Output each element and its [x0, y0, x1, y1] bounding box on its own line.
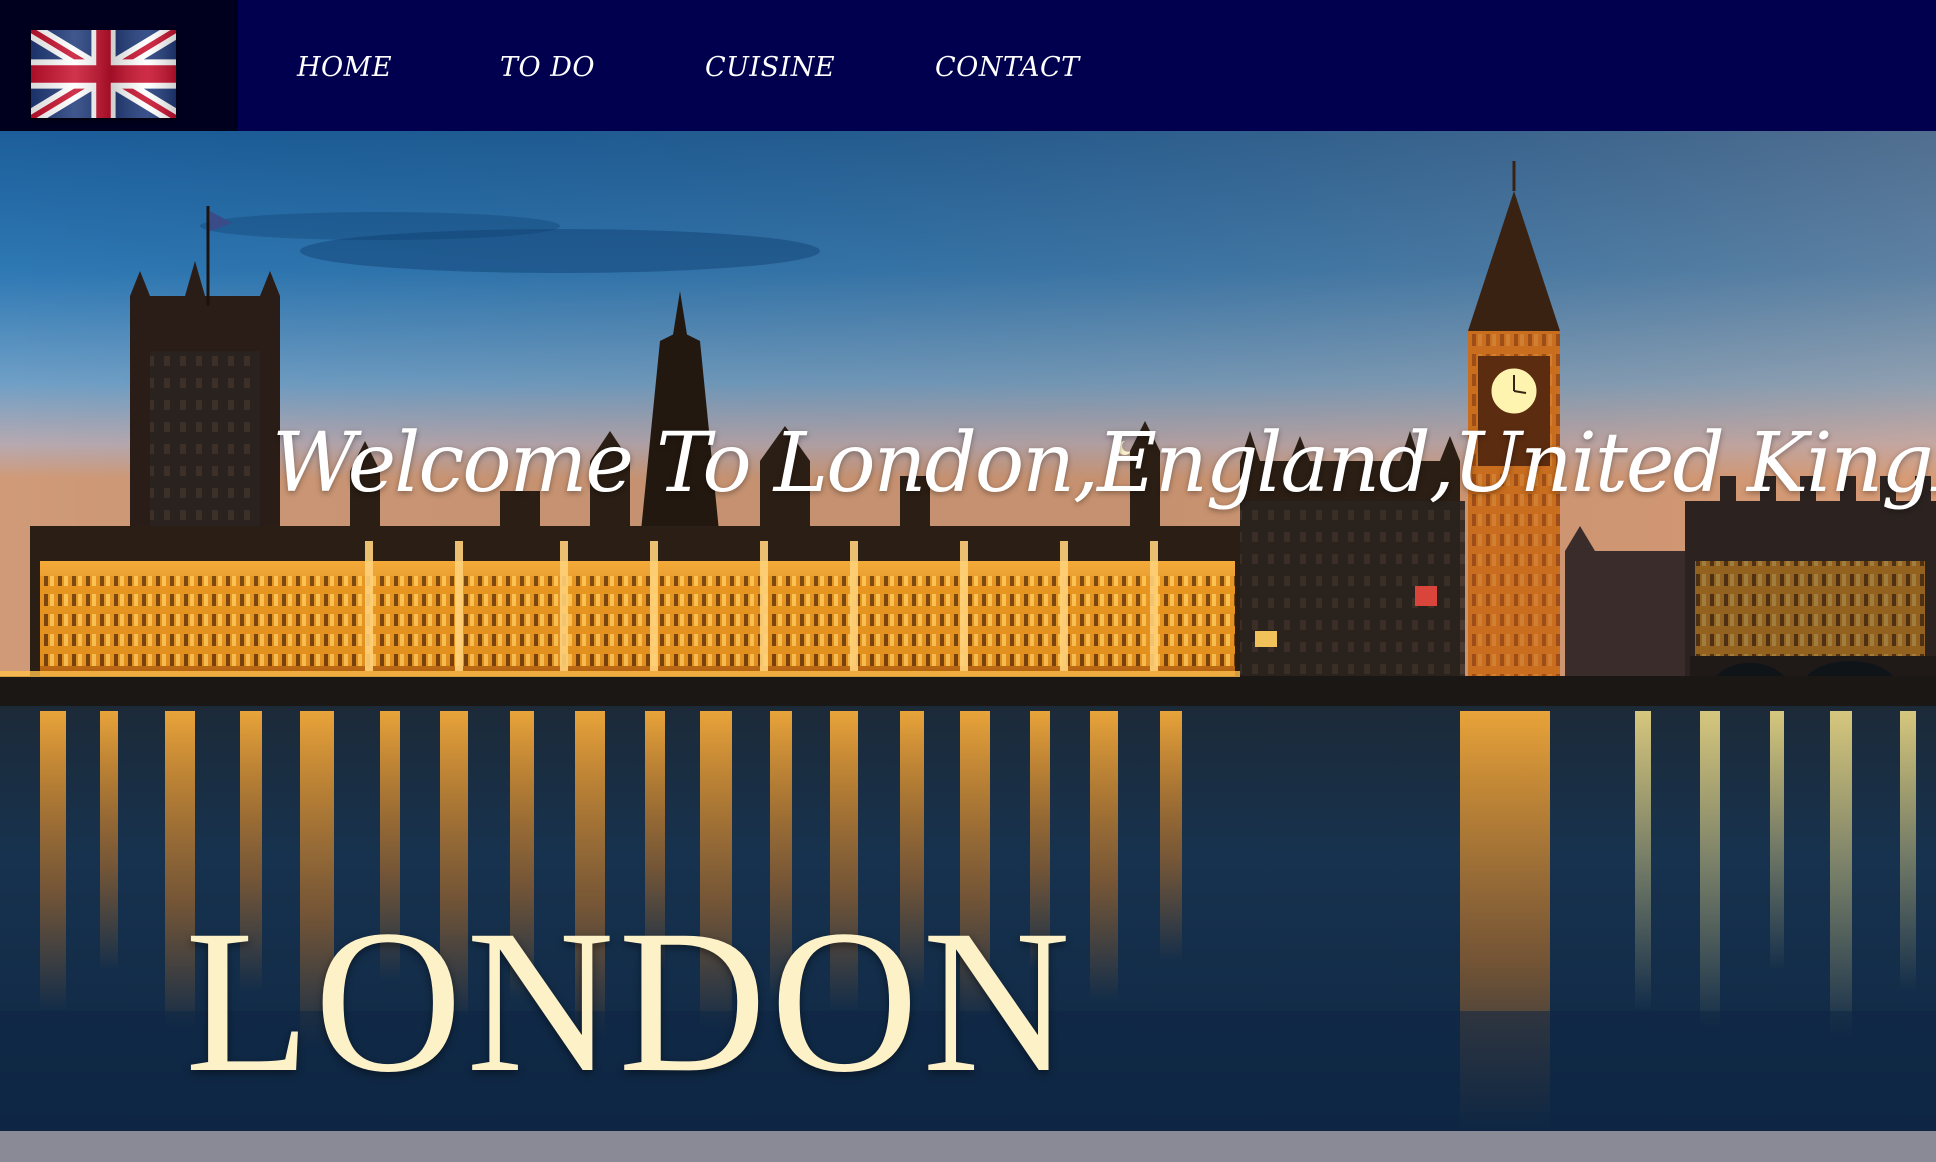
- union-jack-flag-icon[interactable]: [31, 30, 176, 118]
- nav-home-link[interactable]: HOME: [297, 52, 392, 83]
- nav-todo-link[interactable]: TO DO: [500, 52, 595, 83]
- top-navbar: HOME TO DO CUISINE CONTACT: [0, 0, 1936, 131]
- footer-strip: [0, 1131, 1936, 1162]
- nav-contact-link[interactable]: CONTACT: [935, 52, 1080, 83]
- logo-container[interactable]: [0, 0, 238, 131]
- hero-section: Welcome To London,England,United KingDom…: [0, 131, 1936, 1131]
- london-title: LONDON: [185, 888, 1075, 1115]
- welcome-heading: Welcome To London,England,United KingDom: [272, 416, 1936, 511]
- nav-cuisine-link[interactable]: CUISINE: [705, 52, 835, 83]
- page: HOME TO DO CUISINE CONTACT Welcome To Lo…: [0, 0, 1936, 1162]
